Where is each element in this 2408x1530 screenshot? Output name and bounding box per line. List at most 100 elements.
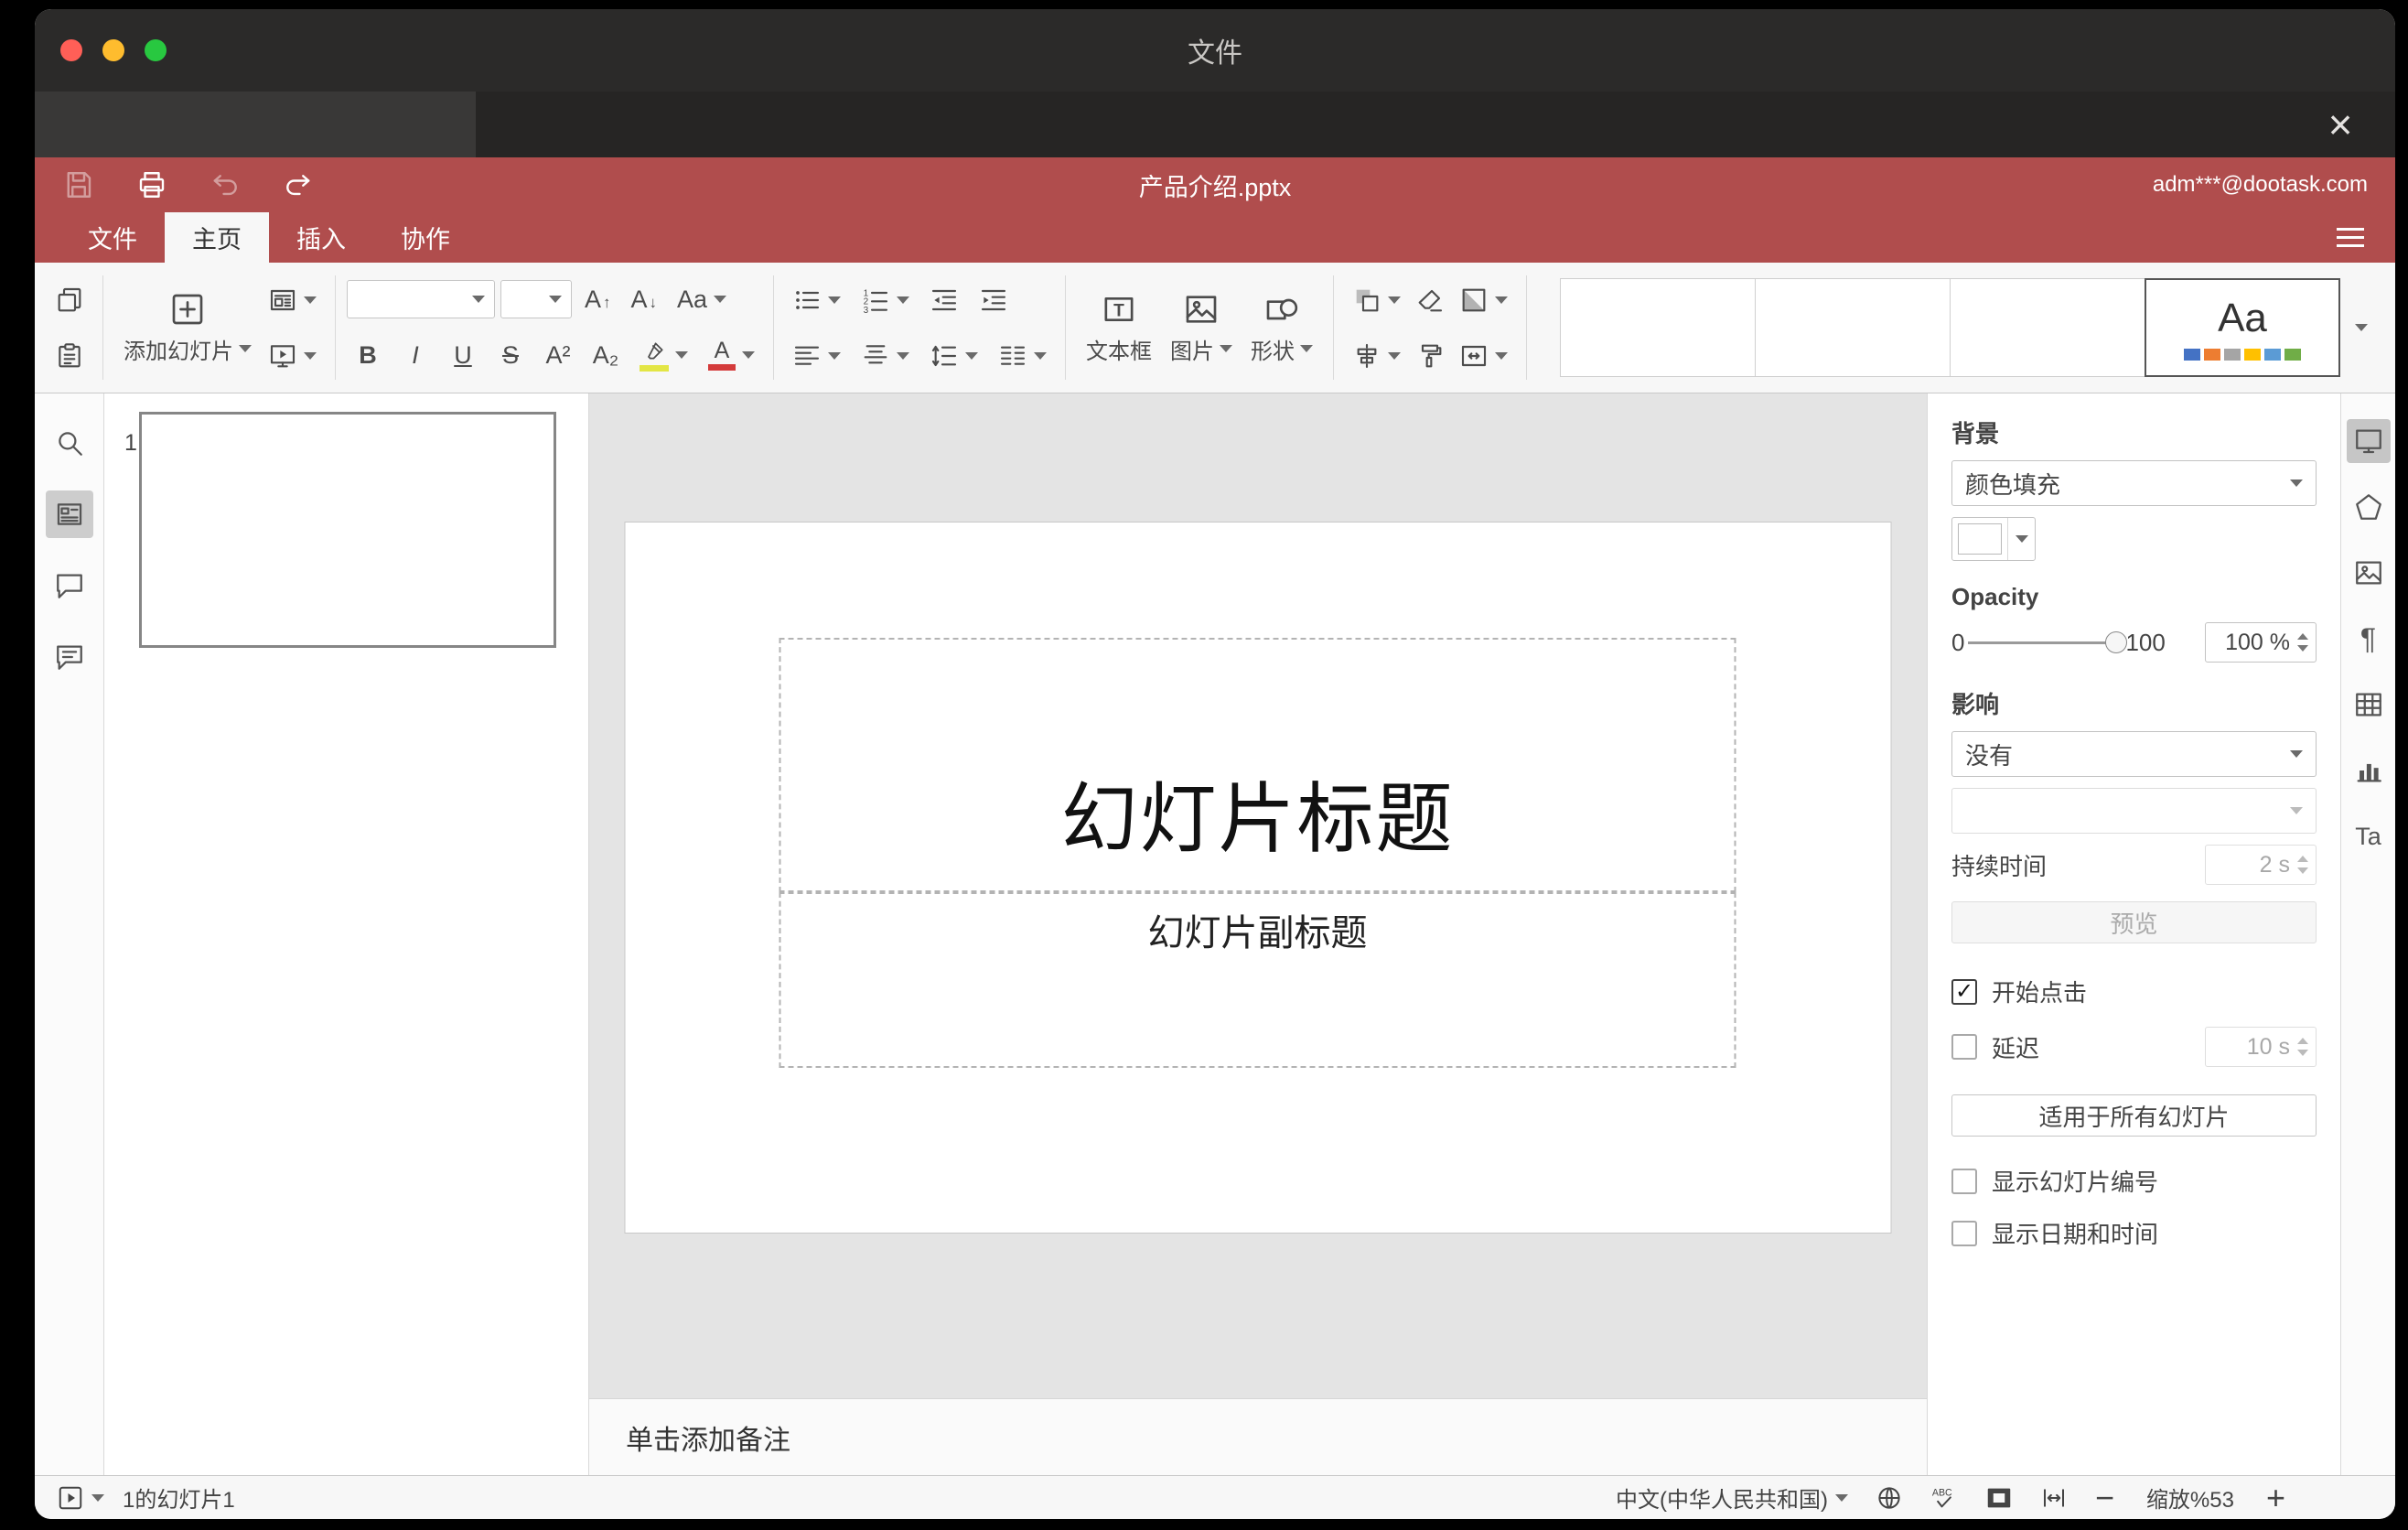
decrease-font-size-button[interactable]: A ↓ — [624, 282, 665, 318]
slide-thumbnail[interactable] — [139, 412, 556, 648]
line-spacing-button[interactable] — [922, 338, 985, 374]
vertical-align-button[interactable] — [854, 338, 917, 374]
theme-option-1[interactable] — [1560, 278, 1756, 377]
columns-button[interactable] — [991, 338, 1054, 374]
fullscreen-traffic-light[interactable] — [145, 39, 167, 61]
textart-settings-button[interactable]: Ta — [2347, 814, 2391, 858]
language-selector[interactable]: 中文(中华人民共和国) — [1616, 1482, 1848, 1514]
save-button[interactable] — [62, 168, 95, 201]
gallery-expand-button[interactable] — [2340, 278, 2382, 377]
transition-option-select[interactable] — [1951, 788, 2317, 834]
opacity-spinner[interactable]: 100 % — [2205, 622, 2317, 663]
chat-button[interactable] — [46, 633, 93, 681]
fit-width-button[interactable] — [2040, 1484, 2068, 1512]
spinner-arrows[interactable] — [2297, 1038, 2308, 1056]
tab-collaboration[interactable]: 协作 — [373, 212, 478, 263]
slide-settings-button[interactable] — [2346, 419, 2391, 463]
font-name-combobox[interactable] — [347, 280, 495, 319]
subtitle-placeholder[interactable]: 幻灯片副标题 — [779, 892, 1736, 1068]
comments-button[interactable] — [46, 562, 93, 609]
tab-file[interactable]: 文件 — [60, 212, 165, 263]
tab-home[interactable]: 主页 — [165, 212, 269, 263]
align-shapes-button[interactable] — [1345, 338, 1408, 374]
delay-spinner[interactable]: 10 s — [2205, 1027, 2317, 1067]
status-bar: 1的幻灯片1 中文(中华人民共和国) ABC − 缩放%53 + — [35, 1475, 2395, 1519]
highlight-color-button[interactable] — [632, 336, 695, 375]
insert-textbox-button[interactable]: T 文本框 — [1077, 272, 1161, 383]
start-slideshow-button[interactable] — [261, 338, 324, 374]
slide-canvas[interactable]: 幻灯片标题 幻灯片副标题 — [589, 393, 1927, 1398]
slides-panel-button[interactable] — [45, 490, 93, 538]
arrange-shapes-button[interactable] — [1345, 282, 1408, 318]
decrease-indent-button[interactable] — [922, 282, 966, 318]
insert-shape-button[interactable]: 形状 — [1242, 272, 1322, 383]
transition-select[interactable]: 没有 — [1951, 731, 2317, 777]
copy-button[interactable] — [48, 282, 91, 318]
print-button[interactable] — [135, 168, 168, 201]
theme-option-3[interactable] — [1950, 278, 2145, 377]
theme-option-2[interactable] — [1755, 278, 1951, 377]
horizontal-align-button[interactable] — [785, 338, 848, 374]
slide-layout-button[interactable] — [261, 282, 324, 318]
copy-style-button[interactable] — [1408, 338, 1452, 374]
zoom-out-button[interactable]: − — [2095, 1481, 2114, 1514]
spellcheck-icon: ABC — [1932, 1487, 1952, 1507]
slide[interactable]: 幻灯片标题 幻灯片副标题 — [624, 522, 1892, 1234]
paragraph-settings-button[interactable]: ¶ — [2347, 617, 2391, 661]
font-size-combobox[interactable] — [500, 280, 572, 319]
background-color-picker[interactable] — [1951, 517, 2036, 561]
slider-knob[interactable] — [2105, 631, 2128, 653]
opacity-slider[interactable] — [1968, 630, 2128, 654]
bold-button[interactable]: B — [347, 338, 389, 373]
numbered-list-button[interactable]: 123 — [854, 282, 917, 318]
duration-spinner[interactable]: 2 s — [2205, 845, 2317, 885]
image-settings-button[interactable] — [2347, 551, 2391, 595]
slide-size-button[interactable] — [1452, 338, 1515, 374]
subscript-button[interactable]: A₂ — [585, 338, 627, 373]
undo-button[interactable] — [209, 168, 242, 201]
table-settings-button[interactable] — [2347, 683, 2391, 727]
theme-gallery: Aa — [1560, 272, 2382, 383]
strikethrough-button[interactable]: S — [489, 338, 532, 373]
notes-area[interactable]: 单击添加备注 — [589, 1398, 1927, 1475]
spinner-arrows[interactable] — [2297, 633, 2308, 652]
show-slide-number-checkbox[interactable] — [1951, 1168, 1977, 1194]
change-case-button[interactable]: Aa — [670, 282, 734, 318]
font-color-button[interactable]: A — [701, 336, 762, 374]
clear-style-button[interactable] — [1408, 282, 1452, 318]
title-placeholder[interactable]: 幻灯片标题 — [779, 638, 1736, 892]
underline-button[interactable]: U — [442, 338, 484, 373]
chart-settings-button[interactable] — [2347, 749, 2391, 792]
increase-indent-button[interactable] — [972, 282, 1016, 318]
menu-hamburger-icon[interactable] — [2337, 228, 2364, 247]
zoom-in-button[interactable]: + — [2266, 1481, 2285, 1514]
superscript-button[interactable]: A² — [537, 338, 579, 373]
spinner-arrows[interactable] — [2297, 856, 2308, 874]
delay-checkbox[interactable] — [1951, 1034, 1977, 1060]
close-button[interactable]: × — [2313, 92, 2368, 157]
spellcheck-button[interactable]: ABC — [1930, 1484, 1958, 1512]
search-button[interactable] — [46, 419, 93, 467]
apply-to-all-slides-button[interactable]: 适用于所有幻灯片 — [1951, 1094, 2317, 1137]
increase-font-size-button[interactable]: A ↑ — [577, 282, 618, 318]
bullet-list-button[interactable] — [785, 282, 848, 318]
shape-settings-button[interactable] — [2347, 485, 2391, 529]
theme-option-selected[interactable]: Aa — [2145, 278, 2340, 377]
document-language-button[interactable] — [1876, 1484, 1903, 1512]
insert-image-button[interactable]: 图片 — [1161, 272, 1242, 383]
paste-button[interactable] — [48, 338, 91, 374]
tab-insert[interactable]: 插入 — [269, 212, 373, 263]
italic-button[interactable]: I — [394, 338, 436, 373]
redo-button[interactable] — [282, 168, 315, 201]
globe-icon — [1878, 1486, 1900, 1509]
preview-slideshow-button[interactable] — [57, 1484, 104, 1512]
add-slide-button[interactable]: 添加幻灯片 — [114, 272, 261, 383]
minimize-traffic-light[interactable] — [102, 39, 124, 61]
show-date-time-checkbox[interactable] — [1951, 1220, 1977, 1246]
fit-slide-button[interactable] — [1985, 1484, 2013, 1512]
background-fill-select[interactable]: 颜色填充 — [1951, 460, 2317, 506]
close-traffic-light[interactable] — [60, 39, 82, 61]
start-on-click-checkbox[interactable]: ✓ — [1951, 978, 1977, 1005]
preview-button[interactable]: 预览 — [1951, 901, 2317, 943]
color-scheme-button[interactable] — [1452, 282, 1515, 318]
